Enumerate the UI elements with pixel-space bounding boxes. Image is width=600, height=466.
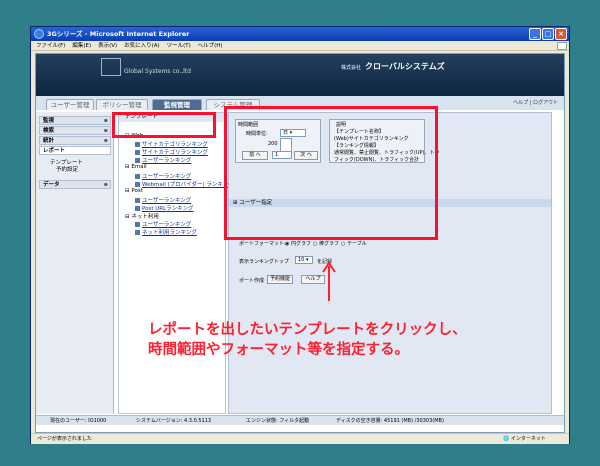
system-version: システムバージョン: 4.3.0.5113 [136,418,212,424]
page-icon [135,206,140,211]
tree-item-web-user-ranking[interactable]: ユーザーランキング [135,156,191,164]
tab-policy-management[interactable]: ポリシー管理 [96,99,148,110]
maximize-button[interactable]: □ [542,28,554,40]
menu-favorites[interactable]: お気に入り(A) [124,41,160,51]
sidebar-item-data[interactable]: データ ≡ [39,180,111,189]
tree-item-net-user-ranking[interactable]: ユーザーランキング [135,220,191,228]
help-logout-link[interactable]: ヘルプ | ログアウト [513,99,558,106]
menu-edit[interactable]: 編集(E) [72,41,91,51]
tree-item-post-user-ranking[interactable]: ユーザーランキング [135,196,191,204]
menu-help[interactable]: ヘルプ(H) [198,41,223,51]
ie-icon [34,29,44,39]
template-panel: テンプレート ⊟ Web サイトカテゴリランキング サイトカテゴリランキング ユ… [118,112,234,414]
sidebar-sub-schedule[interactable]: 予約設定 [56,165,78,173]
format-radio-bar[interactable]: ○ 棒グラフ [313,240,339,247]
tree-item-webmail-ranking[interactable]: Webmail (プロバイダー) ランキング [135,180,234,188]
page-icon [135,150,140,155]
annotation-caption: レポートを出したいテンプレートをクリックし、 時間範囲やフォーマット等を指定する… [148,320,528,360]
menu-bar: ファイル(F) 編集(E) 表示(V) お気に入り(A) ツール(T) ヘルプ(… [31,41,569,51]
tree-node-net[interactable]: ⊟ ネット利用 [125,212,159,220]
disk-space: ディスクの空き容量: 45191 (MB) /30303(MB) [336,418,444,424]
highlight-template-tree [112,112,216,138]
tab-monitoring-management[interactable]: 監視管理 [152,99,202,110]
status-text: ページが表示されました [37,436,92,442]
chevron-down-icon: ≡ [103,182,108,188]
sidebar-item-stats[interactable]: 統計 ≡ [39,136,111,145]
company-name: 株式会社 クローバルシステムズ [341,62,445,71]
format-radio-table[interactable]: ○ テーブル [341,240,367,247]
engine-status: エンジン状態: フィルタ起動 [246,418,310,424]
tree-node-email[interactable]: ⊟ Email [125,164,147,170]
menu-view[interactable]: 表示(V) [98,41,117,51]
ranking-select[interactable]: 10 ▾ [295,256,313,264]
page-icon [135,230,140,235]
page-icon [135,182,140,187]
app-header: Global Systems co.,ltd 株式会社 クローバルシステムズ [36,54,564,96]
sidebar-item-monitor[interactable]: 監視 ≡ [39,116,111,125]
sidebar-item-report[interactable]: レポート [39,146,111,155]
tree-item-post-url-ranking[interactable]: Post URLランキング [135,204,194,212]
page-icon [135,158,140,163]
tree-item-net-usage-ranking[interactable]: ネット利用ランキング [135,228,197,236]
tree-node-post[interactable]: ⊟ Post [125,188,143,194]
up-arrow-icon [322,262,336,301]
ie-status-bar: ページが表示されました 🌐 インターネット [31,433,569,444]
schedule-button[interactable]: 予約機能 [267,275,293,284]
page-icon [135,142,140,147]
tab-user-management[interactable]: ユーザー管理 [46,99,94,110]
format-radio-pie[interactable]: ◉ 円グラフ [285,240,311,247]
tree-item-email-user-ranking[interactable]: ユーザーランキング [135,172,191,180]
chevron-down-icon: ≡ [103,138,108,144]
page-icon [135,174,140,179]
ranking-label: 表示ランキングトップ [239,259,289,265]
internet-zone-icon: 🌐 インターネット [503,436,546,442]
sidebar-item-search[interactable]: 検索 ≡ [39,126,111,135]
format-label: ポートフォーマット: [239,241,286,247]
chevron-down-icon: ≡ [103,118,108,124]
page-icon [135,198,140,203]
highlight-form-area [224,106,438,240]
minimize-button[interactable]: _ [529,28,541,40]
tree-item-web-category-ranking-2[interactable]: サイトカテゴリランキング [135,148,208,156]
tree-item-web-category-ranking[interactable]: サイトカテゴリランキング [135,140,208,148]
logo-text: Global Systems co.,ltd [124,68,191,75]
company-logo-icon [101,58,121,76]
window-title: 3Gシリーズ - Microsoft Internet Explorer [47,30,190,38]
menu-file[interactable]: ファイル(F) [36,41,65,51]
caption-line-1: レポートを出したいテンプレートをクリックし、 [148,322,467,338]
title-bar: 3Gシリーズ - Microsoft Internet Explorer _ □… [31,27,569,41]
current-user: 現在のユーザー: IO1000 [50,418,107,424]
page-icon [135,222,140,227]
status-footer: 現在のユーザー: IO1000 システムバージョン: 4.3.0.5113 エン… [36,415,564,425]
caption-line-2: 時間範囲やフォーマット等を指定する。 [148,342,409,358]
sidebar: 監視 ≡ 検索 ≡ 統計 ≡ レポート テンプレート 予約設定 データ ≡ [36,112,114,414]
close-button[interactable]: × [555,28,567,40]
chevron-down-icon: ≡ [103,128,108,134]
report-create-label[interactable]: ポート作成 [239,277,264,284]
windows-logo-icon [557,42,567,50]
menu-tools[interactable]: ツール(T) [167,41,191,51]
